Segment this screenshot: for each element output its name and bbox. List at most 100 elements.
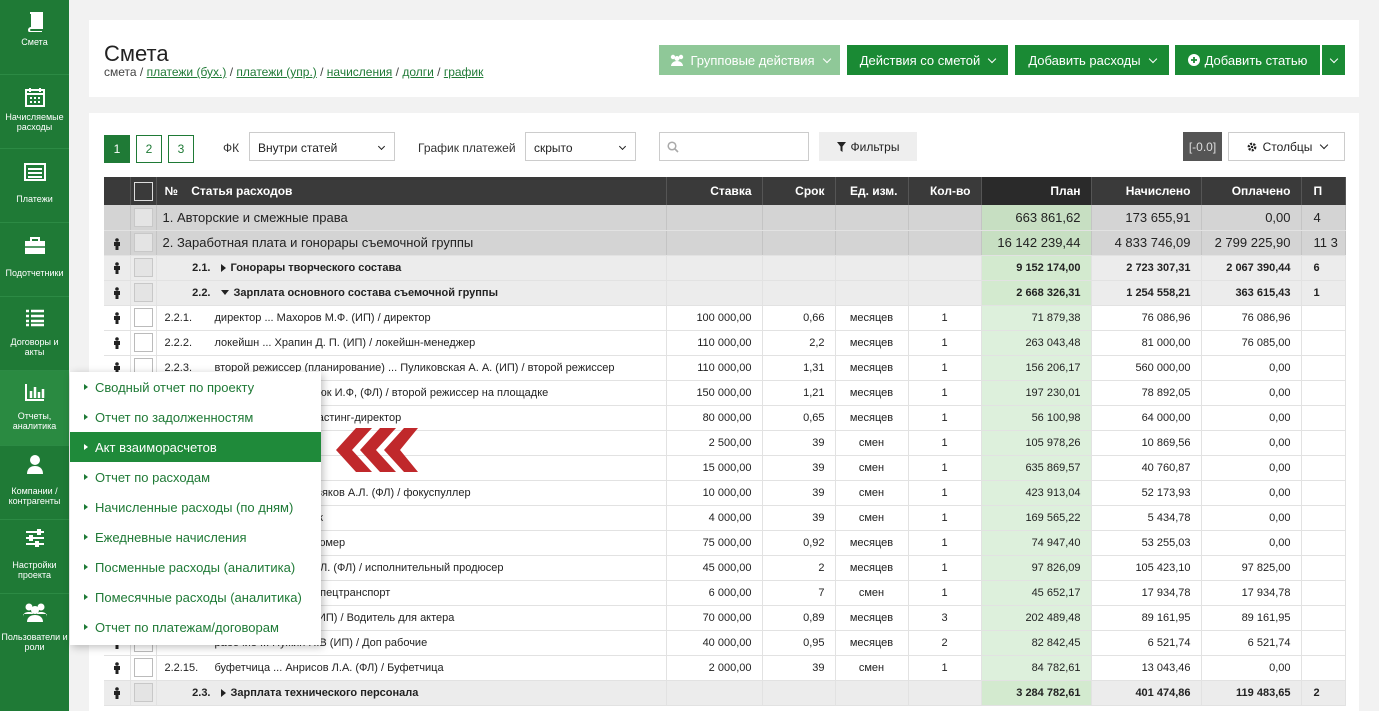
caret-right-icon[interactable] bbox=[220, 688, 226, 697]
qty-cell: 1 bbox=[908, 655, 982, 681]
reports-menu-item[interactable]: Акт взаиморасчетов bbox=[70, 432, 321, 462]
extra-cell bbox=[1301, 555, 1346, 581]
item-name[interactable]: Гонорары творческого состава bbox=[231, 262, 402, 274]
extra-cell bbox=[1301, 405, 1346, 431]
person-icon bbox=[113, 661, 120, 674]
row-checkbox[interactable] bbox=[133, 683, 153, 702]
add-item-button[interactable]: Добавить статью bbox=[1175, 45, 1320, 75]
row-checkbox[interactable] bbox=[133, 333, 153, 352]
extra-cell bbox=[1301, 305, 1346, 331]
reports-menu-item[interactable]: Посменные расходы (аналитика) bbox=[70, 552, 321, 582]
row-icon-cell bbox=[104, 305, 131, 331]
item-name[interactable]: Зарплата основного состава съемочной гру… bbox=[234, 287, 498, 299]
extra-cell bbox=[1301, 380, 1346, 406]
row-icon-cell bbox=[104, 230, 131, 256]
paid-cell: 119 483,65 bbox=[1201, 680, 1302, 706]
page-button-3[interactable]: 3 bbox=[168, 135, 194, 163]
accrued-cell: 1 254 558,21 bbox=[1091, 280, 1202, 306]
group-actions-button[interactable]: Групповые действия bbox=[659, 45, 840, 75]
header-item[interactable]: Статья расходов bbox=[191, 184, 292, 198]
breadcrumb-link-accruals[interactable]: начисления bbox=[327, 65, 393, 79]
sidebar-item-accrued-expenses[interactable]: Начисляемые расходы bbox=[0, 75, 69, 149]
add-item-dropdown-button[interactable] bbox=[1322, 45, 1345, 75]
item-name[interactable]: локейшн ... Храпин Д. П. (ИП) / локейшн-… bbox=[215, 337, 476, 349]
sidebar-item-contracts[interactable]: Договоры и акты bbox=[0, 297, 69, 371]
sidebar-item-label: Смета bbox=[21, 37, 48, 47]
rate-cell bbox=[666, 255, 763, 281]
breadcrumb-link-debts[interactable]: долги bbox=[402, 65, 434, 79]
item-name[interactable]: Зарплата технического персонала bbox=[231, 687, 419, 699]
sidebar-item-project-settings[interactable]: Настройки проекта bbox=[0, 520, 69, 594]
header-unit[interactable]: Ед. изм. bbox=[835, 177, 909, 205]
search-input[interactable] bbox=[659, 132, 809, 161]
item-name[interactable]: директор ... Махоров М.Ф. (ИП) / директо… bbox=[215, 312, 431, 324]
group-row[interactable]: 1. Авторские и смежные права 663 861,62 17… bbox=[104, 205, 1346, 231]
term-cell bbox=[762, 680, 836, 706]
row-checkbox[interactable] bbox=[133, 658, 153, 677]
fk-select[interactable]: Внутри статей bbox=[249, 132, 395, 161]
item-name[interactable]: 2. Заработная плата и гонорары съемочной… bbox=[163, 235, 474, 250]
bar-chart-icon bbox=[24, 384, 44, 401]
schedule-select[interactable]: скрыто bbox=[525, 132, 636, 161]
breadcrumb-link-payments-mgmt[interactable]: платежи (упр.) bbox=[236, 65, 316, 79]
zero-toggle-button[interactable]: [-0.0] bbox=[1183, 132, 1222, 161]
breadcrumb-link-schedule[interactable]: график bbox=[444, 65, 484, 79]
reports-menu: Сводный отчет по проекту Отчет по задолже… bbox=[70, 372, 321, 645]
header-extra[interactable]: П bbox=[1301, 177, 1346, 205]
sidebar-item-users[interactable]: Пользователи и роли bbox=[0, 594, 69, 666]
reports-menu-item[interactable]: Ежедневные начисления bbox=[70, 522, 321, 552]
table-row[interactable]: 2.2.1. директор ... Махоров М.Ф. (ИП) / д… bbox=[104, 305, 1346, 331]
breadcrumb-link-payments-acc[interactable]: платежи (бух.) bbox=[147, 65, 227, 79]
unit-cell: смен bbox=[835, 505, 909, 531]
item-name-cell: 2.1. Гонорары творческого состава bbox=[156, 255, 667, 281]
estimate-actions-button[interactable]: Действия со сметой bbox=[847, 45, 1008, 75]
add-expenses-button[interactable]: Добавить расходы bbox=[1015, 45, 1169, 75]
header-plan[interactable]: План bbox=[981, 177, 1092, 205]
fk-select-value: Внутри статей bbox=[258, 141, 338, 155]
sidebar-item-estimate[interactable]: Смета bbox=[0, 0, 69, 75]
group-row[interactable]: 2. Заработная плата и гонорары съемочной… bbox=[104, 230, 1346, 256]
chevron-down-icon bbox=[618, 142, 627, 151]
sidebar-item-companies[interactable]: Компании / контрагенты bbox=[0, 446, 69, 520]
accrued-cell: 560 000,00 bbox=[1091, 355, 1202, 381]
group-row[interactable]: 2.1. Гонорары творческого состава 9 152 17… bbox=[104, 255, 1346, 281]
header-term[interactable]: Срок bbox=[762, 177, 836, 205]
term-cell: 39 bbox=[762, 505, 836, 531]
row-checkbox[interactable] bbox=[133, 233, 153, 252]
filters-button[interactable]: Фильтры bbox=[819, 132, 917, 161]
header-accrued[interactable]: Начислено bbox=[1091, 177, 1202, 205]
sidebar-item-reports[interactable]: Отчеты, аналитика bbox=[0, 371, 69, 446]
sidebar-item-label: Настройки проекта bbox=[12, 560, 57, 580]
row-checkbox[interactable] bbox=[133, 207, 153, 227]
caret-right-icon[interactable] bbox=[220, 263, 226, 272]
group-row[interactable]: 2.2. Зарплата основного состава съемочной… bbox=[104, 280, 1346, 306]
reports-menu-item[interactable]: Помесячные расходы (аналитика) bbox=[70, 582, 321, 612]
header-paid[interactable]: Оплачено bbox=[1201, 177, 1302, 205]
row-checkbox[interactable] bbox=[133, 258, 153, 277]
reports-menu-item[interactable]: Отчет по платежам/договорам bbox=[70, 612, 321, 642]
item-name[interactable]: буфетчица ... Анрисов Л.А. (ФЛ) / Буфетч… bbox=[215, 662, 444, 674]
qty-cell: 1 bbox=[908, 355, 982, 381]
select-all-checkbox[interactable] bbox=[133, 181, 153, 201]
caret-down-icon[interactable] bbox=[220, 290, 229, 296]
page-button-2[interactable]: 2 bbox=[136, 135, 162, 163]
group-row[interactable]: 2.3. Зарплата технического персонала 3 284… bbox=[104, 680, 1346, 706]
sidebar-item-accountable-persons[interactable]: Подотчетники bbox=[0, 223, 69, 297]
header-qty[interactable]: Кол-во bbox=[908, 177, 982, 205]
sidebar-item-payments[interactable]: Платежи bbox=[0, 149, 69, 223]
reports-menu-item[interactable]: Отчет по расходам bbox=[70, 462, 321, 492]
row-checkbox[interactable] bbox=[133, 308, 153, 327]
page-button-1[interactable]: 1 bbox=[104, 135, 130, 163]
sliders-icon bbox=[25, 529, 44, 547]
reports-menu-item[interactable]: Сводный отчет по проекту bbox=[70, 372, 321, 402]
table-row[interactable]: 2.2.15. буфетчица ... Анрисов Л.А. (ФЛ) /… bbox=[104, 655, 1346, 681]
breadcrumb-separator: / bbox=[433, 65, 444, 79]
header-rate[interactable]: Ставка bbox=[666, 177, 763, 205]
page-title: Смета bbox=[104, 41, 169, 66]
table-row[interactable]: 2.2.2. локейшн ... Храпин Д. П. (ИП) / ло… bbox=[104, 330, 1346, 356]
item-name[interactable]: 1. Авторские и смежные права bbox=[163, 210, 348, 225]
row-checkbox[interactable] bbox=[133, 283, 153, 302]
columns-button[interactable]: Столбцы bbox=[1228, 132, 1345, 161]
reports-menu-item[interactable]: Отчет по задолженностям bbox=[70, 402, 321, 432]
reports-menu-item[interactable]: Начисленные расходы (по дням) bbox=[70, 492, 321, 522]
